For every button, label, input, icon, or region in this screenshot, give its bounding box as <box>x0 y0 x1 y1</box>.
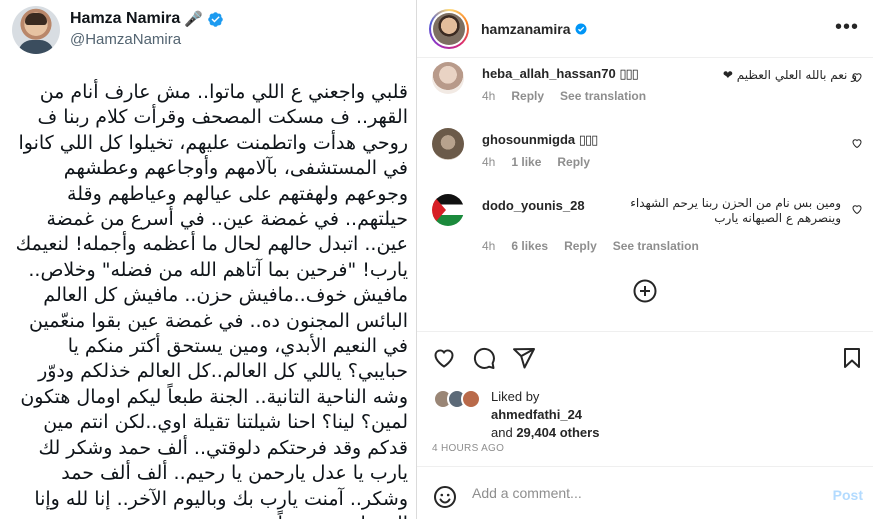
liked-by-avatars[interactable] <box>433 389 489 409</box>
reply-button[interactable]: Reply <box>511 89 544 103</box>
commenter-avatar[interactable] <box>432 62 464 94</box>
comment-likes[interactable]: 6 likes <box>511 239 548 253</box>
tweet-author-avatar[interactable] <box>12 6 60 54</box>
instagram-panel: hamzanamira ••• heba_allah_hassan70 ▯▯▯ … <box>417 0 873 519</box>
profile-username[interactable]: hamzanamira <box>481 21 587 37</box>
post-timestamp[interactable]: 4 HOURS AGO <box>432 443 504 454</box>
reply-button[interactable]: Reply <box>564 239 597 253</box>
tweet-author-handle[interactable]: @HamzaNamira <box>70 31 181 48</box>
heart-icon[interactable] <box>851 71 863 83</box>
emoji-boxes: ▯▯▯ <box>619 66 638 81</box>
post-header: hamzanamira ••• <box>417 0 873 58</box>
reply-button[interactable]: Reply <box>557 155 590 169</box>
like-heart-icon[interactable] <box>432 346 456 370</box>
heart-icon[interactable] <box>851 137 863 149</box>
save-bookmark-icon[interactable] <box>840 346 864 370</box>
more-options-icon[interactable]: ••• <box>835 17 859 37</box>
comment-likes[interactable]: 1 like <box>511 155 541 169</box>
load-more-comments-icon[interactable] <box>633 279 657 303</box>
comment-text: و نعم بالله العلي العظيم ❤ <box>722 68 857 82</box>
comment-meta: 4h Reply See translation <box>482 89 646 103</box>
liked-by-others[interactable]: and 29,404 others <box>491 424 599 442</box>
commenter-username[interactable]: ghosounmigda ▯▯▯ <box>482 132 598 148</box>
add-comment-input[interactable] <box>472 485 812 501</box>
emoji-picker-icon[interactable] <box>433 485 457 509</box>
verified-badge-icon <box>575 23 587 35</box>
commenter-avatar[interactable] <box>432 128 464 160</box>
see-translation-button[interactable]: See translation <box>560 89 646 103</box>
liked-by-label: Liked by <box>491 389 540 404</box>
comment-time[interactable]: 4h <box>482 89 495 103</box>
microphone-icon: 🎤 <box>184 11 203 28</box>
verified-badge-icon <box>208 11 223 27</box>
comment-time[interactable]: 4h <box>482 155 495 169</box>
comment-text: ومين بس نام من الحزن ربنا يرحم الشهداء و… <box>630 196 841 225</box>
liked-by-summary: Liked by ahmedfathi_24 and 29,404 others <box>491 388 599 442</box>
add-comment-bar: Post <box>417 466 873 519</box>
tweet-author-name[interactable]: Hamza Namira 🎤 <box>70 10 224 28</box>
share-send-icon[interactable] <box>512 346 536 370</box>
see-translation-button[interactable]: See translation <box>613 239 699 253</box>
heart-icon[interactable] <box>851 203 863 215</box>
emoji-boxes: ▯▯▯ <box>578 132 598 147</box>
comment-time[interactable]: 4h <box>482 239 495 253</box>
profile-avatar[interactable] <box>429 9 469 49</box>
commenter-avatar[interactable] <box>432 194 464 226</box>
actions-divider <box>417 331 873 332</box>
tweet-text-paragraph: قلبي واجعني ع اللي ماتوا.. مش عارف أنام … <box>15 81 408 519</box>
comment-meta: 4h 1 like Reply <box>482 155 590 169</box>
comment-meta: 4h 6 likes Reply See translation <box>482 239 699 253</box>
commenter-username[interactable]: dodo_younis_28 <box>482 198 585 213</box>
liked-by-username[interactable]: ahmedfathi_24 <box>491 406 599 424</box>
tweet-panel: Hamza Namira 🎤 @HamzaNamira قلبي واجعني … <box>0 0 416 519</box>
comment-bubble-icon[interactable] <box>472 346 496 370</box>
commenter-username[interactable]: heba_allah_hassan70 ▯▯▯ <box>482 66 639 82</box>
post-comment-button[interactable]: Post <box>833 487 863 503</box>
tweet-author-name-text: Hamza Namira <box>70 10 181 27</box>
profile-username-text: hamzanamira <box>481 21 571 37</box>
tweet-text: قلبي واجعني ع اللي ماتوا.. مش عارف أنام … <box>10 80 408 519</box>
